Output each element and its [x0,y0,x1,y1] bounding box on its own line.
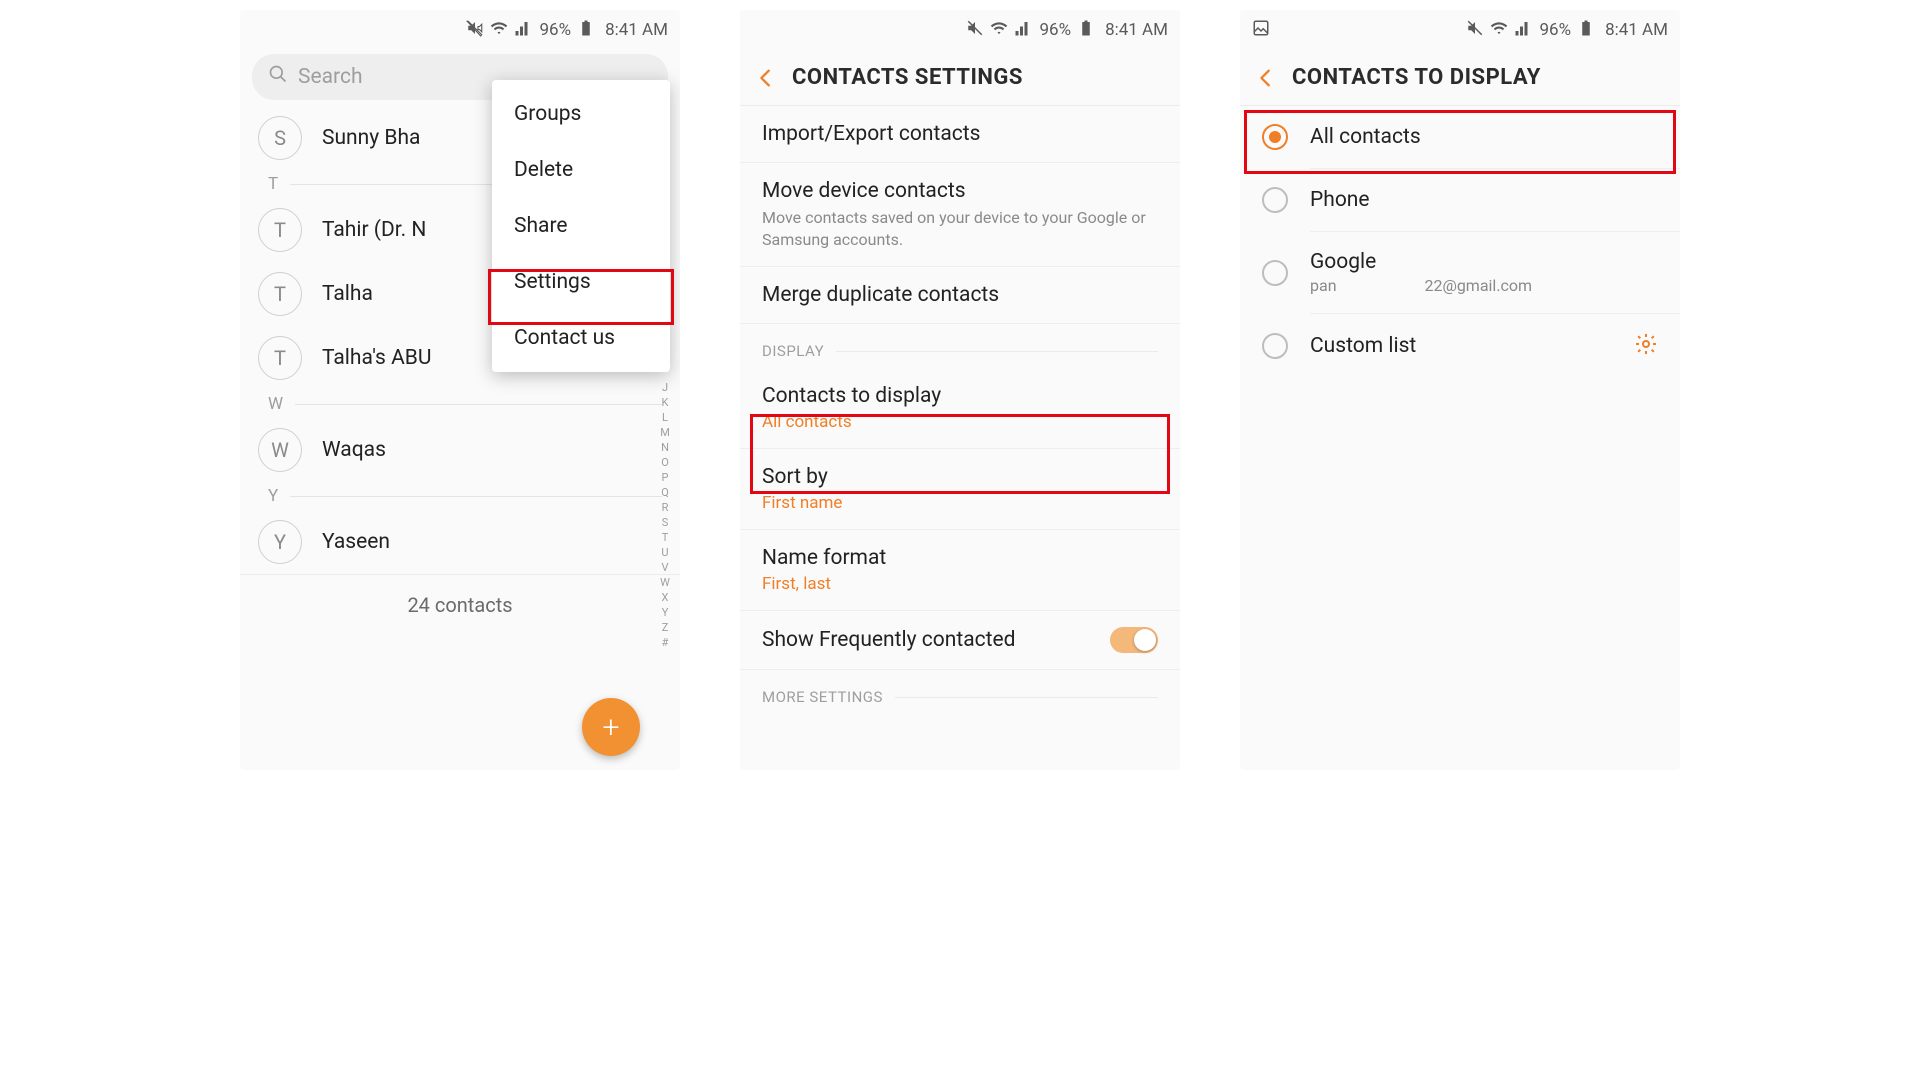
setting-name-format[interactable]: Name format First, last [740,530,1180,611]
setting-merge-duplicates[interactable]: Merge duplicate contacts [740,267,1180,324]
battery-percent: 96% [540,20,572,40]
radio-button[interactable] [1262,187,1288,213]
radio-button[interactable] [1262,333,1288,359]
avatar: Y [258,520,302,564]
wifi-icon [490,19,508,42]
contact-row[interactable]: W Waqas [240,418,680,482]
settings-list: Import/Export contacts Move device conta… [740,106,1180,714]
contact-name: Talha's ABU [322,346,432,370]
option-google[interactable]: Google pan 22@gmail.com [1240,232,1680,313]
battery-icon [577,19,595,42]
contact-name: Sunny Bha [322,126,420,150]
menu-contact-us[interactable]: Contact us [492,310,670,366]
app-header: CONTACTS TO DISPLAY [1240,50,1680,106]
wifi-icon [990,19,1008,42]
battery-icon [1577,19,1595,42]
section-header-y: Y [240,482,680,510]
section-more-settings: MORE SETTINGS [740,670,1180,714]
wifi-icon [1490,19,1508,42]
chevron-left-icon [755,67,777,89]
setting-move-device[interactable]: Move device contacts Move contacts saved… [740,163,1180,267]
picture-icon [1252,19,1270,42]
signal-icon [514,19,532,42]
avatar: T [258,336,302,380]
battery-percent: 96% [1040,20,1072,40]
avatar: T [258,208,302,252]
status-bar: 96% 8:41 AM [240,10,680,50]
signal-icon [1514,19,1532,42]
status-time: 8:41 AM [605,20,668,40]
signal-icon [1014,19,1032,42]
battery-icon [1077,19,1095,42]
status-time: 8:41 AM [1105,20,1168,40]
status-bar: 96% 8:41 AM [740,10,1180,50]
setting-sort-by[interactable]: Sort by First name [740,449,1180,530]
contact-name: Yaseen [322,530,390,554]
search-placeholder: Search [298,65,363,89]
contact-row[interactable]: Y Yaseen [240,510,680,574]
setting-show-frequently[interactable]: Show Frequently contacted [740,611,1180,670]
screen-contacts-settings: 96% 8:41 AM CONTACTS SETTINGS Import/Exp… [740,10,1180,770]
status-time: 8:41 AM [1605,20,1668,40]
status-bar: 96% 8:41 AM [1240,10,1680,50]
option-custom-list[interactable]: Custom list [1240,314,1680,378]
back-button[interactable] [754,67,778,89]
mute-icon [966,19,984,42]
avatar: S [258,116,302,160]
option-phone[interactable]: Phone [1240,169,1680,231]
radio-button[interactable] [1262,260,1288,286]
chevron-left-icon [1255,67,1277,89]
page-title: CONTACTS SETTINGS [792,65,1023,90]
menu-delete[interactable]: Delete [492,142,670,198]
contact-name: Tahir (Dr. N [322,218,426,242]
add-contact-fab[interactable]: + [582,698,640,756]
toggle-switch[interactable] [1110,627,1158,653]
app-header: CONTACTS SETTINGS [740,50,1180,106]
page-title: CONTACTS TO DISPLAY [1292,65,1541,90]
display-options: All contacts Phone Google pan 22@gmail.c… [1240,106,1680,378]
gear-icon[interactable] [1634,332,1658,360]
contacts-count: 24 contacts [240,574,680,617]
radio-button[interactable] [1262,124,1288,150]
section-display: DISPLAY [740,324,1180,368]
setting-import-export[interactable]: Import/Export contacts [740,106,1180,163]
contact-name: Talha [322,282,373,306]
contact-name: Waqas [322,438,386,462]
section-header-w: W [240,390,680,418]
search-icon [268,64,288,90]
plus-icon: + [603,710,620,745]
option-all-contacts[interactable]: All contacts [1240,106,1680,168]
menu-share[interactable]: Share [492,198,670,254]
screen-contacts-to-display: 96% 8:41 AM CONTACTS TO DISPLAY All cont… [1240,10,1680,770]
setting-contacts-to-display[interactable]: Contacts to display All contacts [740,368,1180,449]
battery-percent: 96% [1540,20,1572,40]
mute-icon [1466,19,1484,42]
avatar: T [258,272,302,316]
menu-groups[interactable]: Groups [492,86,670,142]
back-button[interactable] [1254,67,1278,89]
screen-contacts-list: 96% 8:41 AM Search S Sunny Bha T T Tahir… [240,10,680,770]
avatar: W [258,428,302,472]
overflow-menu: Groups Delete Share Settings Contact us [492,80,670,372]
alpha-index[interactable]: J K L M N O P Q R S T U V W X Y Z # [654,380,676,650]
mute-icon [466,19,484,42]
menu-settings[interactable]: Settings [492,254,670,310]
